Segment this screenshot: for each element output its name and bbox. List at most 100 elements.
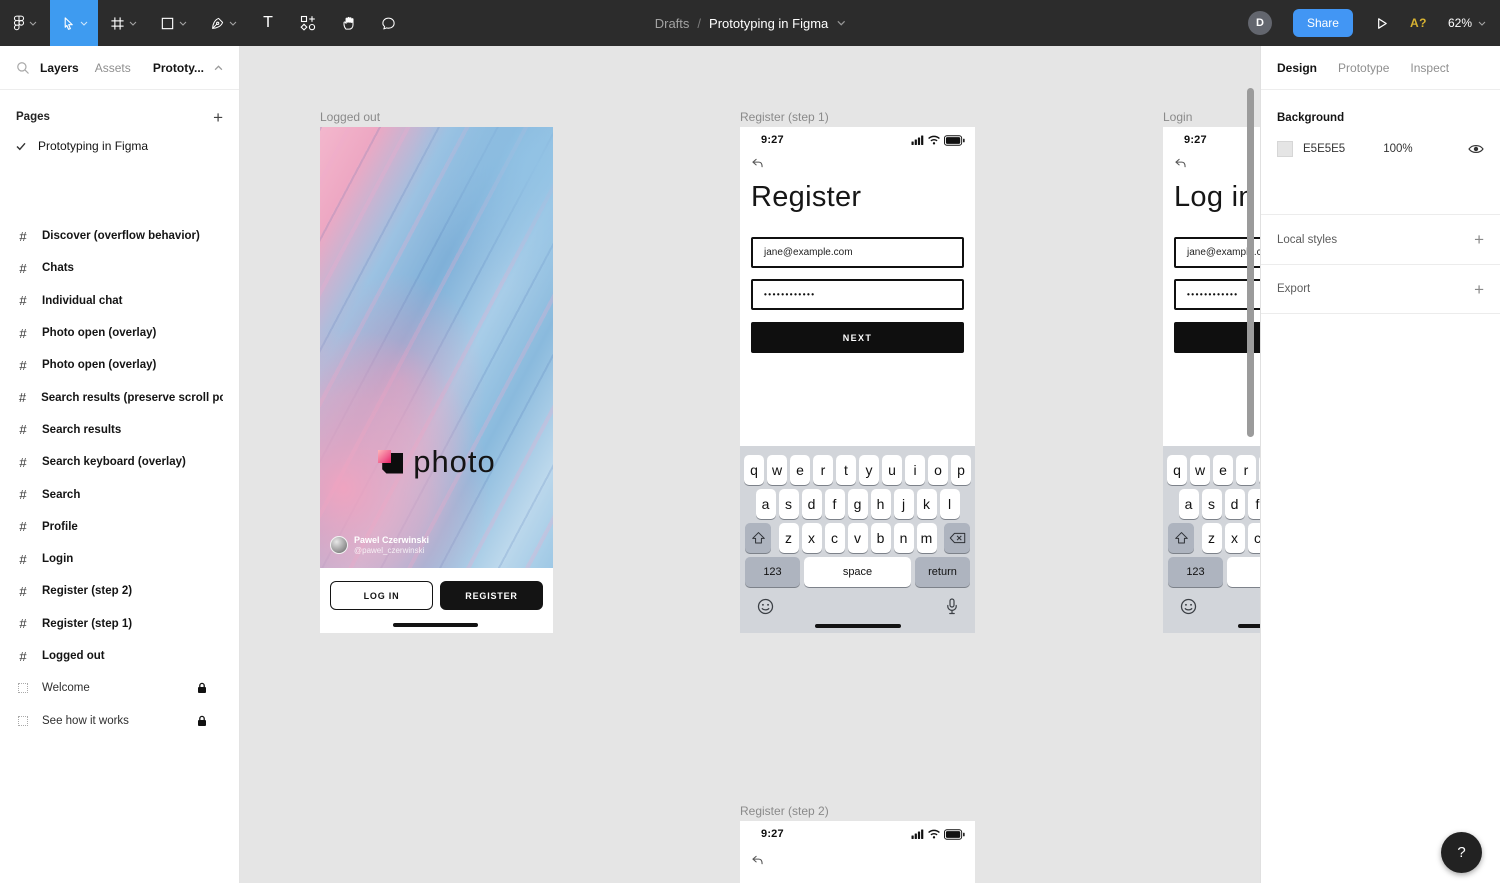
keyboard-key[interactable]: w xyxy=(1190,455,1210,485)
keyboard-key[interactable]: r xyxy=(813,455,833,485)
text-tool-button[interactable]: T xyxy=(248,0,288,46)
layer-row-see-how-it-works[interactable]: See how it works xyxy=(0,704,239,736)
keyboard-key[interactable]: q xyxy=(1167,455,1187,485)
next-button[interactable]: NEXT xyxy=(751,322,964,353)
tab-prototype[interactable]: Prototype xyxy=(1338,61,1389,75)
keyboard-key[interactable]: c xyxy=(1248,523,1261,553)
layer-row-search-keyboard[interactable]: Search keyboard (overlay) xyxy=(0,446,239,478)
keyboard-key[interactable]: s xyxy=(1202,489,1222,519)
lock-icon[interactable] xyxy=(197,715,207,727)
keyboard-key[interactable]: u xyxy=(882,455,902,485)
main-menu-button[interactable] xyxy=(0,0,50,46)
back-arrow-icon[interactable] xyxy=(1174,158,1187,169)
emoji-icon[interactable] xyxy=(1180,598,1197,615)
keyboard-key[interactable]: x xyxy=(1225,523,1245,553)
keyboard-key[interactable]: i xyxy=(905,455,925,485)
keyboard-key[interactable]: l xyxy=(940,489,960,519)
keyboard-key[interactable]: y xyxy=(859,455,879,485)
collapse-chevron-icon[interactable] xyxy=(214,65,223,71)
breadcrumb-folder[interactable]: Drafts xyxy=(655,16,690,31)
frame-tool-button[interactable] xyxy=(98,0,148,46)
export-row[interactable]: Export + xyxy=(1261,264,1500,314)
keyboard-key[interactable]: h xyxy=(871,489,891,519)
color-hex-value[interactable]: E5E5E5 xyxy=(1303,143,1345,155)
visibility-eye-icon[interactable] xyxy=(1468,143,1484,155)
canvas-frame-login[interactable]: 9:27 Log in jane@example.com •••••••••••… xyxy=(1163,127,1260,633)
frame-label-register-step2[interactable]: Register (step 2) xyxy=(740,804,829,818)
keyboard-key[interactable]: v xyxy=(848,523,868,553)
return-key[interactable]: return xyxy=(915,557,970,587)
lock-icon[interactable] xyxy=(197,682,207,694)
backspace-key[interactable] xyxy=(944,523,970,553)
search-icon[interactable] xyxy=(16,61,30,75)
frame-label-register-step1[interactable]: Register (step 1) xyxy=(740,110,829,124)
canvas-scrollbar[interactable] xyxy=(1247,88,1254,437)
layer-row-welcome[interactable]: Welcome xyxy=(0,672,239,704)
layer-row-search-results-preserve[interactable]: Search results (preserve scroll po... xyxy=(0,381,239,413)
color-swatch[interactable] xyxy=(1277,141,1293,157)
add-style-button[interactable]: + xyxy=(1474,231,1484,248)
layer-row-discover[interactable]: Discover (overflow behavior) xyxy=(0,220,239,252)
layer-row-search-results[interactable]: Search results xyxy=(0,414,239,446)
tab-inspect[interactable]: Inspect xyxy=(1410,61,1449,75)
keyboard-key[interactable]: z xyxy=(779,523,799,553)
keyboard-key[interactable]: w xyxy=(767,455,787,485)
hand-tool-button[interactable] xyxy=(328,0,368,46)
file-title[interactable]: Prototyping in Figma xyxy=(709,16,828,31)
layer-row-photo-open-2[interactable]: Photo open (overlay) xyxy=(0,349,239,381)
layer-row-register-step1[interactable]: Register (step 1) xyxy=(0,608,239,640)
keyboard-key[interactable]: k xyxy=(917,489,937,519)
keyboard-key[interactable]: f xyxy=(1248,489,1261,519)
keyboard-key[interactable]: e xyxy=(790,455,810,485)
back-arrow-icon[interactable] xyxy=(751,855,764,866)
page-item-current[interactable]: Prototyping in Figma xyxy=(0,132,239,160)
comment-tool-button[interactable] xyxy=(368,0,408,46)
register-button[interactable]: REGISTER xyxy=(440,581,543,610)
space-key[interactable]: space xyxy=(1227,557,1260,587)
keyboard-key[interactable]: j xyxy=(894,489,914,519)
tab-prototype[interactable]: Prototy... xyxy=(153,61,204,75)
keyboard-key[interactable]: m xyxy=(917,523,937,553)
layer-row-logged-out[interactable]: Logged out xyxy=(0,640,239,672)
layer-row-chats[interactable]: Chats xyxy=(0,252,239,284)
missing-fonts-button[interactable]: A? xyxy=(1410,16,1427,30)
pen-tool-button[interactable] xyxy=(198,0,248,46)
tab-design[interactable]: Design xyxy=(1277,61,1317,75)
add-export-button[interactable]: + xyxy=(1474,281,1484,298)
keyboard-key[interactable]: p xyxy=(951,455,971,485)
present-play-icon[interactable] xyxy=(1374,16,1389,31)
resources-tool-button[interactable] xyxy=(288,0,328,46)
share-button[interactable]: Share xyxy=(1293,9,1353,37)
color-opacity-value[interactable]: 100% xyxy=(1383,143,1412,155)
keyboard-key[interactable]: s xyxy=(779,489,799,519)
tab-assets[interactable]: Assets xyxy=(95,61,131,75)
frame-label-login[interactable]: Login xyxy=(1163,110,1192,124)
keyboard-key[interactable]: t xyxy=(836,455,856,485)
keyboard-key[interactable]: d xyxy=(1225,489,1245,519)
frame-label-logged-out[interactable]: Logged out xyxy=(320,110,380,124)
canvas-frame-register-step1[interactable]: 9:27 Register jane@example.com •••••••••… xyxy=(740,127,975,633)
layer-row-profile[interactable]: Profile xyxy=(0,511,239,543)
email-field[interactable]: jane@example.com xyxy=(751,237,964,268)
move-tool-button[interactable] xyxy=(50,0,98,46)
layer-row-photo-open-1[interactable]: Photo open (overlay) xyxy=(0,317,239,349)
back-arrow-icon[interactable] xyxy=(751,158,764,169)
numbers-key[interactable]: 123 xyxy=(745,557,800,587)
add-page-button[interactable]: + xyxy=(213,109,223,126)
keyboard-key[interactable]: o xyxy=(928,455,948,485)
keyboard-key[interactable]: c xyxy=(825,523,845,553)
canvas-frame-logged-out[interactable]: photo Pawel Czerwinski @pawel_czerwinski… xyxy=(320,127,553,633)
keyboard-key[interactable]: z xyxy=(1202,523,1222,553)
keyboard-key[interactable]: q xyxy=(744,455,764,485)
keyboard-key[interactable]: a xyxy=(1179,489,1199,519)
tab-layers[interactable]: Layers xyxy=(40,61,79,75)
keyboard-key[interactable]: b xyxy=(871,523,891,553)
keyboard-key[interactable]: x xyxy=(802,523,822,553)
password-field[interactable]: •••••••••••• xyxy=(751,279,964,310)
zoom-menu-button[interactable]: 62% xyxy=(1448,16,1486,30)
keyboard-key[interactable]: g xyxy=(848,489,868,519)
dictation-mic-icon[interactable] xyxy=(946,598,958,615)
help-button[interactable]: ? xyxy=(1441,832,1482,873)
local-styles-row[interactable]: Local styles + xyxy=(1261,214,1500,264)
keyboard-key[interactable]: f xyxy=(825,489,845,519)
